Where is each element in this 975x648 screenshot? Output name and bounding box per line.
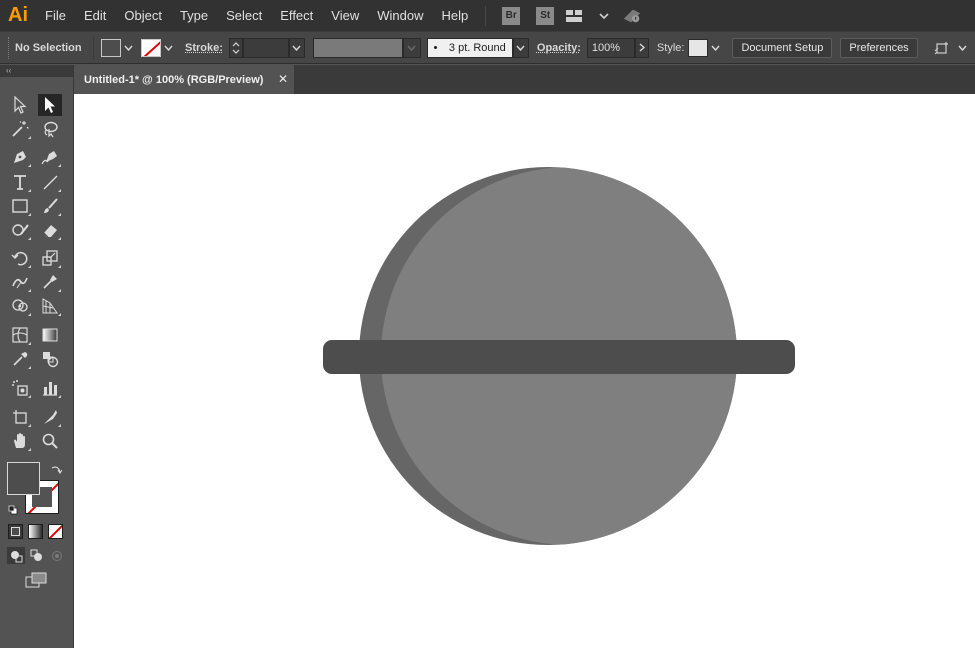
slice-tool-icon[interactable] (38, 406, 62, 428)
perspective-grid-tool-icon[interactable] (38, 295, 62, 317)
opacity-arrow-icon[interactable] (634, 37, 649, 58)
stroke-label: Stroke: (185, 41, 223, 54)
fill-swatch[interactable] (101, 38, 121, 57)
shape-builder-tool-icon[interactable] (8, 295, 32, 317)
zoom-tool-icon[interactable] (38, 430, 62, 452)
screen-mode-icon[interactable] (24, 571, 48, 589)
control-divider (93, 36, 94, 59)
paintbrush-tool-icon[interactable] (38, 195, 62, 217)
direct-selection-tool-icon[interactable] (38, 94, 62, 116)
rectangle-tool-icon[interactable] (8, 195, 32, 217)
magic-wand-tool-icon[interactable] (8, 118, 32, 140)
illustrator-window: Ai File Edit Object Type Select Effect V… (0, 0, 975, 648)
brush-dropdown[interactable] (512, 37, 529, 58)
stroke-weight-input[interactable] (242, 37, 289, 58)
selection-status: No Selection (15, 41, 82, 54)
menu-file[interactable]: File (36, 0, 75, 31)
chevron-down-icon[interactable] (594, 6, 614, 26)
fill-dropdown-icon[interactable] (121, 39, 135, 57)
eraser-tool-icon[interactable] (38, 219, 62, 241)
close-icon[interactable]: ✕ (278, 72, 288, 86)
menu-bar: Ai File Edit Object Type Select Effect V… (0, 0, 975, 31)
variable-width-profile[interactable] (312, 37, 403, 58)
workspace-layout-icon[interactable] (566, 6, 586, 26)
document-tab-strip: Untitled-1* @ 100% (RGB/Preview) ✕ (74, 65, 975, 94)
horizontal-band[interactable] (323, 340, 795, 374)
brush-definition[interactable]: 3 pt. Round (426, 37, 513, 58)
none-mode-button[interactable] (48, 524, 63, 539)
app-logo: Ai (8, 4, 28, 26)
curvature-tool-icon[interactable] (38, 146, 62, 168)
brush-dot-icon (433, 46, 437, 49)
pen-tool-icon[interactable] (8, 146, 32, 168)
fill-color-swatch[interactable] (7, 462, 40, 495)
type-tool-icon[interactable] (8, 171, 32, 193)
puppet-warp-tool-icon[interactable] (38, 271, 62, 293)
rotate-tool-icon[interactable] (8, 247, 32, 269)
preferences-button[interactable]: Preferences (840, 37, 918, 58)
opacity-input[interactable]: 100% (586, 37, 635, 58)
menu-edit[interactable]: Edit (75, 0, 115, 31)
document-tab-title: Untitled-1* @ 100% (RGB/Preview) (84, 73, 264, 86)
control-bar-menu-icon[interactable] (956, 39, 970, 57)
gpu-performance-icon[interactable] (622, 6, 642, 26)
stroke-weight-stepper[interactable] (228, 37, 243, 58)
tools-panel: ‹‹ (0, 65, 74, 648)
opacity-label[interactable]: Opacity: (537, 42, 581, 54)
style-label: Style: (656, 41, 685, 54)
bridge-button[interactable]: Br (502, 6, 521, 25)
swap-fill-stroke-icon[interactable] (50, 463, 63, 475)
artboard-tool-icon[interactable] (8, 406, 32, 428)
menu-effect[interactable]: Effect (271, 0, 322, 31)
draw-normal-icon[interactable] (7, 547, 25, 564)
menu-divider (485, 5, 487, 26)
menu-window[interactable]: Window (368, 0, 432, 31)
brush-label: 3 pt. Round (448, 41, 506, 54)
menu-select[interactable]: Select (217, 0, 271, 31)
document-tab[interactable]: Untitled-1* @ 100% (RGB/Preview) ✕ (74, 65, 294, 94)
eyedropper-tool-icon[interactable] (8, 348, 32, 370)
artwork (323, 167, 795, 545)
stroke-none-swatch[interactable] (141, 38, 161, 57)
gradient-mode-button[interactable] (28, 524, 43, 539)
variable-width-dropdown[interactable] (402, 37, 421, 58)
menu-view[interactable]: View (322, 0, 368, 31)
artboard-canvas[interactable] (74, 94, 975, 648)
draw-behind-icon[interactable] (28, 547, 46, 564)
blend-tool-icon[interactable] (38, 348, 62, 370)
stroke-dropdown-icon[interactable] (161, 39, 175, 57)
stroke-weight-dropdown[interactable] (288, 37, 305, 58)
arrange-documents-icon[interactable] (932, 38, 952, 58)
symbol-sprayer-tool-icon[interactable] (8, 377, 32, 399)
scale-tool-icon[interactable] (38, 247, 62, 269)
color-mode-button[interactable] (8, 524, 23, 539)
graphic-style-swatch[interactable] (688, 38, 709, 57)
default-fill-stroke-icon[interactable] (8, 502, 18, 515)
gradient-tool-icon[interactable] (38, 324, 62, 346)
control-bar: No Selection Stroke: 3 pt. Round Opacity… (0, 31, 975, 64)
style-dropdown-icon[interactable] (708, 39, 722, 57)
width-tool-icon[interactable] (8, 271, 32, 293)
shaper-tool-icon[interactable] (8, 219, 32, 241)
line-segment-tool-icon[interactable] (38, 171, 62, 193)
control-bar-grip[interactable] (8, 36, 11, 59)
menu-type[interactable]: Type (171, 0, 217, 31)
column-graph-tool-icon[interactable] (38, 377, 62, 399)
lasso-tool-icon[interactable] (38, 118, 62, 140)
mesh-tool-icon[interactable] (8, 324, 32, 346)
tools-collapse-icon[interactable]: ‹‹ (0, 65, 73, 77)
draw-inside-icon[interactable] (48, 547, 66, 564)
hand-tool-icon[interactable] (8, 430, 32, 452)
document-setup-button[interactable]: Document Setup (732, 37, 833, 58)
menu-help[interactable]: Help (432, 0, 477, 31)
stock-button[interactable]: St (536, 6, 555, 25)
menu-object[interactable]: Object (115, 0, 171, 31)
selection-tool-icon[interactable] (8, 94, 32, 116)
